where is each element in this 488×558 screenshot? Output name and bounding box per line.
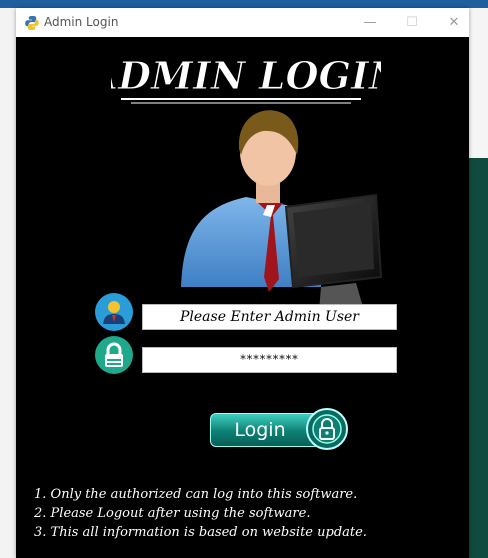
padlock-icon — [306, 408, 348, 450]
minimize-button[interactable]: — — [356, 12, 384, 34]
desktop-top-border — [0, 0, 488, 8]
note-line: 1. Only the authorized can log into this… — [34, 487, 358, 502]
window-title: Admin Login — [44, 15, 119, 29]
maximize-button[interactable]: ☐ — [398, 12, 426, 34]
title-bar[interactable]: Admin Login — ☐ ✕ — [16, 8, 469, 38]
admin-illustration — [181, 110, 383, 318]
background-window-left — [0, 8, 17, 558]
login-button[interactable]: Login — [210, 407, 350, 451]
admin-user-input[interactable]: Please Enter Admin User — [142, 304, 397, 330]
usage-notes: 1. Only the authorized can log into this… — [34, 485, 367, 542]
background-panel — [468, 158, 488, 558]
heading-text: ADMIN LOGIN — [111, 53, 381, 98]
login-panel: ADMIN LOGIN Please Enter — [16, 37, 469, 558]
note-line: 3. This all information is based on webs… — [34, 525, 367, 540]
background-window-right — [468, 8, 488, 558]
lock-icon — [95, 336, 133, 374]
close-button[interactable]: ✕ — [440, 12, 468, 34]
admin-login-window: Admin Login — ☐ ✕ ADMIN LOGIN — [16, 8, 469, 558]
python-app-icon — [25, 16, 39, 30]
password-input[interactable]: ********* — [142, 347, 397, 373]
login-button-label: Login — [234, 419, 286, 441]
note-line: 2. Please Logout after using the softwar… — [34, 506, 311, 521]
user-badge-icon — [95, 293, 133, 331]
